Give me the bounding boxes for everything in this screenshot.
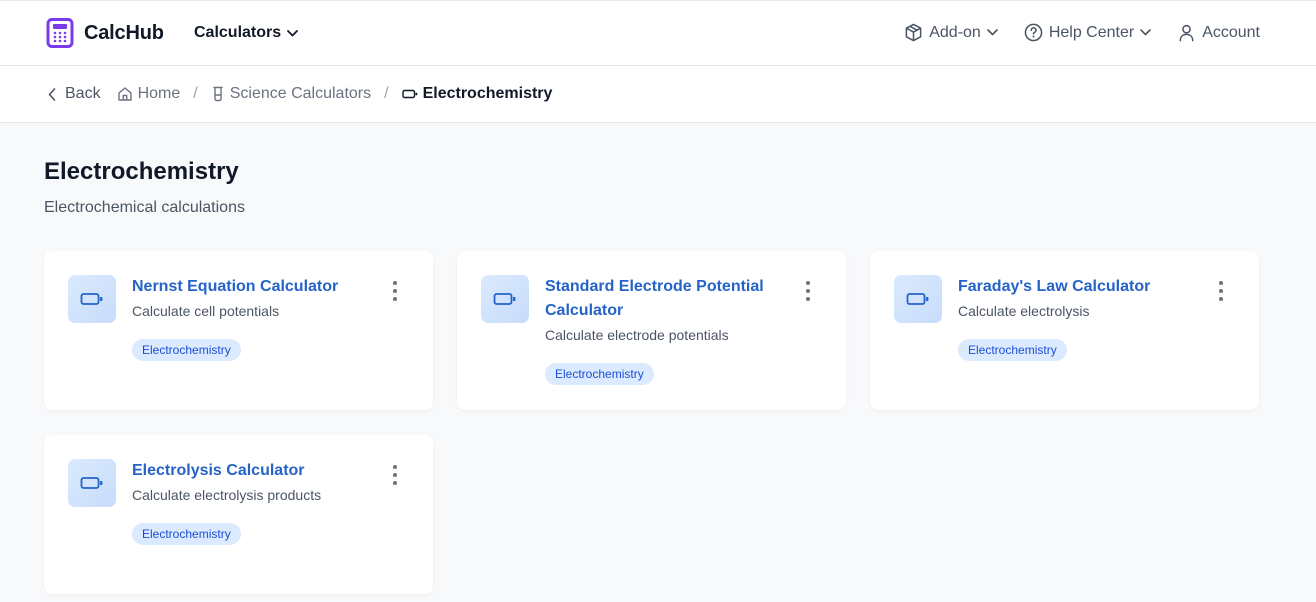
breadcrumb-bar: Back Home / Science Calculators / Electr… (0, 66, 1316, 123)
page-title: Electrochemistry (44, 158, 239, 185)
card-icon-tile (68, 275, 116, 323)
help-center-label: Help Center (1048, 23, 1135, 41)
calculator-card[interactable]: Standard Electrode Potential Calculator … (457, 251, 846, 410)
category-tag: Electrochemistry (958, 339, 1067, 361)
card-body: Standard Electrode Potential Calculator … (545, 275, 781, 385)
calculators-menu-label: Calculators (194, 24, 282, 41)
brand-logo[interactable]: CalcHub (46, 18, 164, 48)
battery-icon (80, 293, 103, 305)
user-icon (1179, 24, 1194, 42)
card-icon-tile (481, 275, 529, 323)
card-title[interactable]: Standard Electrode Potential Calculator (545, 275, 781, 323)
chevron-down-icon (987, 29, 998, 36)
card-description: Calculate electrolysis products (132, 487, 322, 503)
calculator-card[interactable]: Nernst Equation Calculator Calculate cel… (44, 251, 433, 410)
addon-menu[interactable]: Add-on (904, 23, 998, 42)
breadcrumb-current-label: Electrochemistry (422, 85, 553, 102)
help-circle-icon (1024, 23, 1043, 42)
brand-name: CalcHub (84, 21, 164, 44)
card-description: Calculate cell potentials (132, 303, 280, 319)
card-icon-tile (68, 459, 116, 507)
chevron-down-icon (287, 29, 299, 36)
breadcrumb-separator: / (193, 85, 198, 102)
more-options-icon[interactable] (1213, 281, 1229, 301)
battery-icon (906, 293, 929, 305)
card-body: Electrolysis Calculator Calculate electr… (132, 459, 368, 545)
card-body: Nernst Equation Calculator Calculate cel… (132, 275, 368, 361)
breadcrumb-separator: / (384, 85, 389, 102)
chevron-down-icon (1140, 29, 1151, 36)
calculator-card[interactable]: Faraday's Law Calculator Calculate elect… (870, 251, 1259, 410)
category-tag: Electrochemistry (545, 363, 654, 385)
page-subtitle: Electrochemical calculations (44, 199, 245, 216)
card-body: Faraday's Law Calculator Calculate elect… (958, 275, 1194, 361)
help-center-menu[interactable]: Help Center (1024, 23, 1151, 42)
card-title[interactable]: Nernst Equation Calculator (132, 275, 368, 299)
more-options-icon[interactable] (800, 281, 816, 301)
top-navbar: CalcHub Calculators Add-on Help Center A… (0, 0, 1316, 66)
account-link[interactable]: Account (1177, 23, 1260, 42)
more-options-icon[interactable] (387, 281, 403, 301)
back-button[interactable]: Back (48, 85, 101, 103)
card-title[interactable]: Electrolysis Calculator (132, 459, 368, 483)
calculators-menu[interactable]: Calculators (194, 24, 299, 42)
calculator-icon (46, 18, 74, 48)
breadcrumb-current: Electrochemistry (401, 85, 553, 103)
battery-icon (493, 293, 516, 305)
battery-icon (80, 477, 103, 489)
package-icon (905, 23, 922, 42)
card-description: Calculate electrolysis (958, 303, 1090, 319)
card-title[interactable]: Faraday's Law Calculator (958, 275, 1194, 299)
chevron-left-icon (48, 87, 56, 101)
card-description: Calculate electrode potentials (545, 327, 729, 343)
addon-menu-label: Add-on (929, 23, 981, 41)
more-options-icon[interactable] (387, 465, 403, 485)
breadcrumb-science-label: Science Calculators (229, 85, 372, 102)
back-label: Back (65, 85, 101, 102)
calculator-card[interactable]: Electrolysis Calculator Calculate electr… (44, 435, 433, 594)
breadcrumb-science-calculators[interactable]: Science Calculators (211, 85, 371, 103)
breadcrumb-home-label: Home (137, 85, 181, 102)
breadcrumb-home[interactable]: Home (117, 85, 181, 103)
card-icon-tile (894, 275, 942, 323)
category-tag: Electrochemistry (132, 523, 241, 545)
nav-right: Add-on Help Center Account (904, 23, 1260, 42)
beaker-icon (213, 86, 223, 102)
breadcrumb: Back Home / Science Calculators / Electr… (48, 85, 552, 103)
category-tag: Electrochemistry (132, 339, 241, 361)
home-icon (117, 87, 132, 101)
battery-icon (401, 89, 417, 99)
account-label: Account (1202, 23, 1260, 41)
